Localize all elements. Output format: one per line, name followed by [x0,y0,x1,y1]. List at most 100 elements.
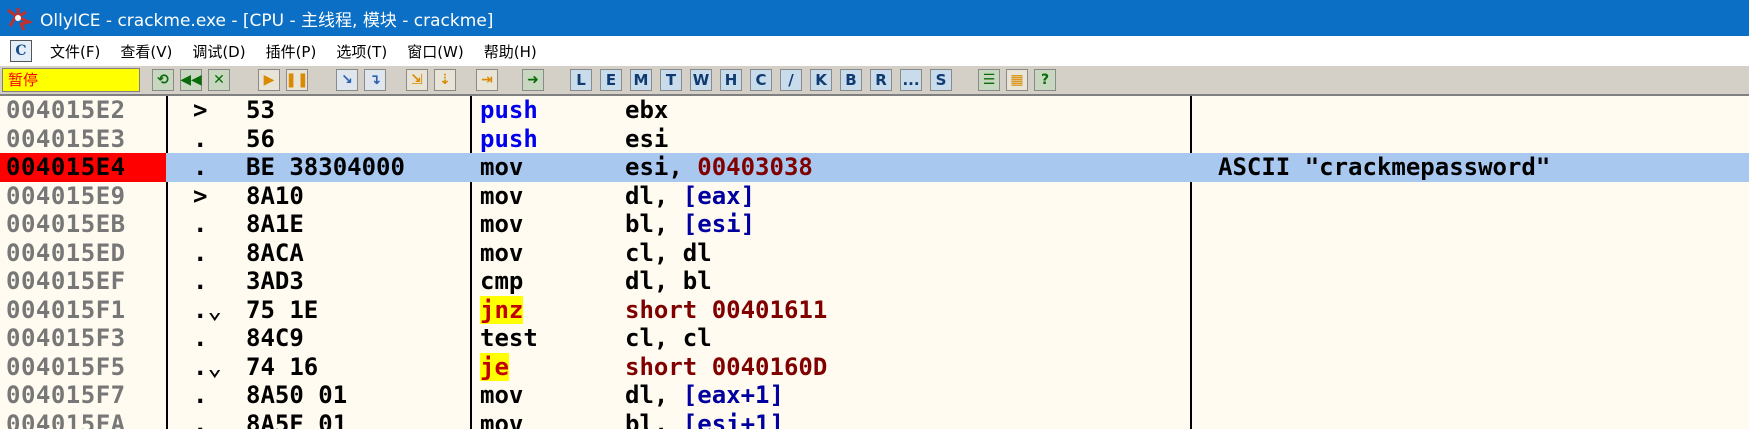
disasm-row[interactable]: 004015F1 .⌄ 75 1E jnz short 00401611 [0,295,1749,325]
toolbar-window-button[interactable]: R [870,69,892,91]
disasm-row[interactable]: 004015FA. 8A5E 01 mov bl, [esi+1] [0,410,1749,429]
toolbar-window-button[interactable]: H [720,69,742,91]
jump-marker: > [193,96,208,124]
address-cell: 004015EF [6,267,126,295]
toolbar-window-button[interactable]: T [660,69,682,91]
address-cell: 004015E9 [6,181,126,210]
toolbar-window-button[interactable]: / [780,69,802,91]
trace-over-icon[interactable]: ⇣ [434,69,456,91]
disasm-row[interactable]: 004015F5 .⌄ 74 16 je short 0040160D [0,352,1749,382]
toolbar-window-button[interactable]: W [690,69,712,91]
address-cell: 004015F5 [6,352,126,381]
toolbar-window-button[interactable]: C [750,69,772,91]
disassembly-pane[interactable]: 004015E2 >53 push ebx 004015E3. 56 push esi 0040… [0,96,1749,429]
menu-help[interactable]: 帮助(H) [474,41,547,62]
address-cell: 004015ED [6,238,126,267]
cpu-window-icon[interactable]: C [10,40,32,62]
disasm-row[interactable]: 004015E9 >8A10 mov dl, [eax] [0,182,1749,211]
mnemonic-cell: mov [480,210,524,238]
jump-marker: . [193,153,208,181]
disasm-row[interactable]: 004015F7. 8A50 01 mov dl, [eax+1] [0,381,1749,410]
jump-marker: . [193,210,208,238]
operand-token: cl, cl [625,324,712,352]
list-icon[interactable]: ☰ [978,69,1000,91]
help-icon[interactable]: ? [1034,69,1056,91]
jump-marker: > [193,181,208,210]
address-cell: 004015F1 [6,295,126,324]
disasm-row[interactable]: 004015E2 >53 push ebx [0,96,1749,125]
trace-into-icon[interactable]: ⇲ [406,69,428,91]
toolbar-window-button[interactable]: M [630,69,652,91]
menu-view[interactable]: 查看(V) [110,41,182,62]
operands-cell: bl, [esi+1] [625,410,784,429]
hex-dump-cell: 53 [246,96,275,124]
mnemonic-cell: cmp [480,267,524,295]
address-cell: 004015F3 [6,324,126,352]
pause-icon[interactable]: ❚❚ [285,69,309,91]
operands-cell: dl, bl [625,267,712,296]
toolbar-window-button[interactable]: S [930,69,952,91]
rewind-icon[interactable]: ◀◀ [180,69,202,91]
close-icon[interactable]: ✕ [208,69,230,91]
menu-window[interactable]: 窗口(W) [397,41,474,62]
toolbar-window-button[interactable]: B [840,69,862,91]
operands-cell: short 0040160D [625,353,827,382]
hex-dump-cell: 8ACA [246,238,304,267]
toolbar-window-button[interactable]: E [600,69,622,91]
hex-dump-cell: 75 1E [246,295,319,324]
disasm-row[interactable]: 004015F3. 84C9 test cl, cl [0,324,1749,353]
hex-dump-cell: 8A1E [246,210,304,238]
mnemonic-cell: mov [480,153,524,181]
hex-dump-cell: 84C9 [246,324,304,352]
operand-token: bl, [625,409,683,429]
disasm-row[interactable]: 004015EF. 3AD3 cmp dl, bl [0,267,1749,296]
open-icon[interactable]: ⟲ [152,69,174,91]
menu-plugins[interactable]: 插件(P) [256,41,327,62]
operand-token: esi, [625,153,698,181]
menu-file[interactable]: 文件(F) [40,41,110,62]
address-cell: 004015E4 [0,153,166,182]
menu-debug[interactable]: 调试(D) [182,41,255,62]
mnemonic-cell: mov [480,181,524,210]
operand-token: short 0040160D [625,352,828,381]
mnemonic-cell: mov [480,381,524,409]
toolbar-window-button[interactable]: L [570,69,592,91]
operand-token: ebx [625,96,669,124]
jump-marker: .⌄ [193,352,222,381]
operand-token: esi [625,124,669,153]
menu-options[interactable]: 选项(T) [326,41,397,62]
execute-till-return-icon[interactable]: ⇥ [476,69,498,91]
operand-token: dl, [625,181,683,210]
disasm-row[interactable]: 004015E3. 56 push esi [0,125,1749,154]
jump-marker: . [193,409,208,429]
operands-cell: esi [625,125,668,154]
disasm-row[interactable]: 004015E4. BE 38304000 mov esi, 00403038 ASCI… [0,153,1749,182]
toolbar: 暂停 ⟲ ◀◀ ✕ ▶ ❚❚ ↘ ↴ ⇲ ⇣ ⇥ ➜ L E M T W H C / K B R..… [0,66,1749,96]
operand-token: short 00401611 [625,295,828,324]
goto-icon[interactable]: ➜ [522,69,544,91]
jump-marker: . [193,381,208,409]
operand-token: 00403038 [697,153,813,181]
mnemonic-cell: jnz [480,295,524,325]
hex-dump-cell: 8A10 [246,181,304,210]
jump-marker: . [193,324,208,352]
run-icon[interactable]: ▶ [258,69,280,91]
operand-token: cl, dl [625,238,712,267]
ollydbg-app-icon[interactable] [4,4,34,32]
hex-dump-cell: 8A50 01 [246,381,348,409]
toolbar-window-button[interactable]: K [810,69,832,91]
jump-marker: . [193,238,208,267]
colors-icon[interactable]: ▦ [1006,69,1028,91]
operands-cell: short 00401611 [625,296,827,325]
disasm-row[interactable]: 004015EB. 8A1E mov bl, [esi] [0,210,1749,239]
step-over-icon[interactable]: ↴ [364,69,386,91]
mnemonic-cell: push [480,96,538,124]
toolbar-window-button[interactable]: ... [900,69,922,91]
operands-cell: dl, [eax] [625,182,755,211]
step-into-icon[interactable]: ↘ [336,69,358,91]
operands-cell: dl, [eax+1] [625,381,784,410]
comment-cell: ASCII "crackmepassword" [1218,153,1551,181]
disasm-row[interactable]: 004015ED. 8ACA mov cl, dl [0,239,1749,268]
address-cell: 004015EB [6,210,126,238]
operand-token: [eax] [682,181,756,210]
